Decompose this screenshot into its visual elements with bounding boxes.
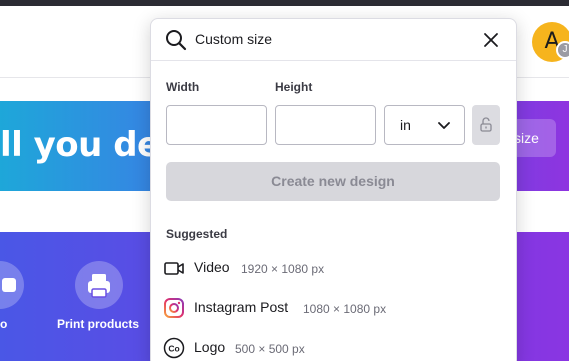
category-icon [2, 278, 16, 292]
create-new-design-button[interactable]: Create new design [166, 162, 500, 201]
suggested-heading: Suggested [166, 227, 228, 241]
suggestion-logo[interactable]: Co Logo 500 × 500 px [151, 332, 516, 361]
category-label-print-products[interactable]: Print products [57, 317, 139, 331]
unlocked-icon [480, 117, 492, 132]
search-input[interactable]: Custom size [195, 31, 272, 47]
team-avatar-badge: J [556, 41, 569, 59]
suggestion-name: Video [194, 259, 230, 275]
suggestion-video[interactable]: Video 1920 × 1080 px [151, 252, 516, 286]
search-icon [166, 30, 187, 51]
suggestion-dimensions: 1920 × 1080 px [241, 262, 325, 276]
printer-icon [88, 274, 110, 298]
unit-select[interactable]: in [384, 105, 465, 145]
custom-size-dropdown: Custom size Width Height in Create new d… [150, 18, 517, 361]
width-field[interactable] [166, 105, 267, 145]
aspect-lock-button[interactable] [472, 105, 500, 145]
category-icon-circle[interactable] [0, 261, 24, 309]
suggestion-dimensions: 500 × 500 px [235, 342, 305, 356]
height-label: Height [275, 80, 313, 94]
logo-badge-icon: Co [163, 337, 185, 359]
suggestion-name: Instagram Post [194, 299, 289, 315]
print-products-circle[interactable] [75, 261, 123, 309]
svg-text:Co: Co [168, 344, 179, 354]
suggestion-dimensions: 1080 × 1080 px [303, 302, 387, 316]
width-label: Width [166, 80, 200, 94]
instagram-icon [164, 298, 184, 318]
video-camera-icon [164, 262, 184, 275]
suggestion-instagram-post[interactable]: Instagram Post 1080 × 1080 px [151, 292, 516, 326]
category-label-partial[interactable]: o [0, 317, 7, 331]
unit-value: in [400, 117, 411, 133]
chevron-down-icon [438, 122, 450, 129]
close-icon[interactable] [481, 30, 501, 50]
search-row: Custom size [151, 19, 516, 61]
suggestion-name: Logo [194, 339, 226, 355]
height-field[interactable] [275, 105, 376, 145]
